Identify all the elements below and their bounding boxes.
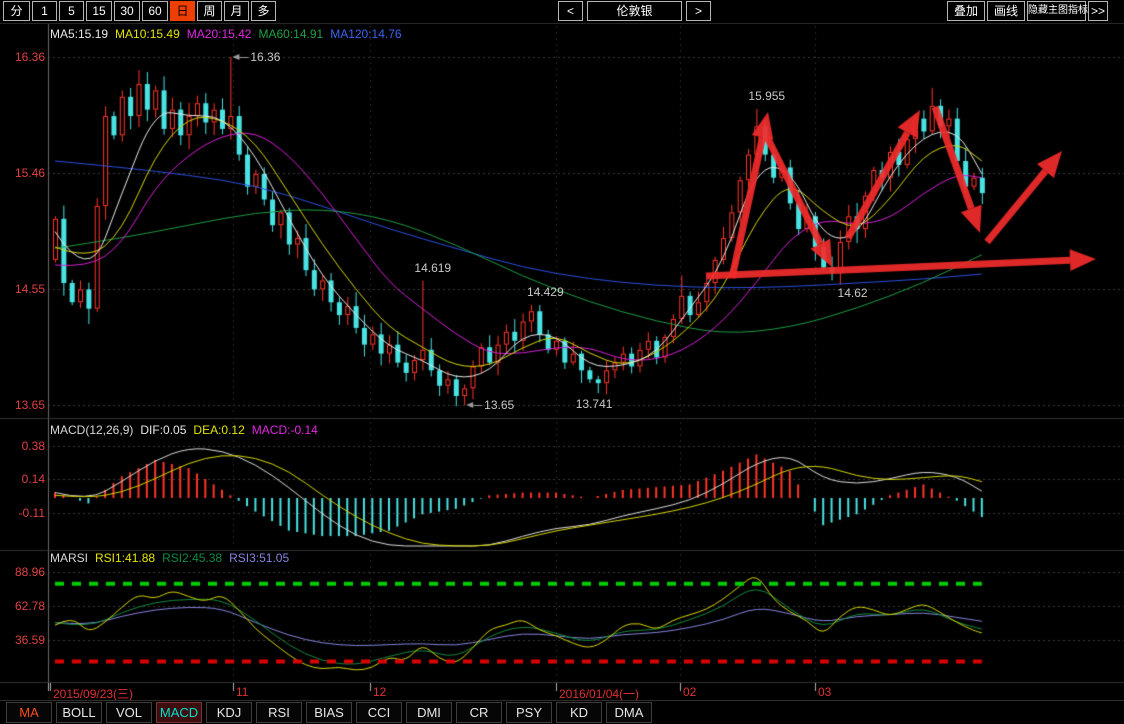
price-annotation: 14.619 bbox=[414, 261, 451, 275]
indicator-tab-dmi[interactable]: DMI bbox=[406, 702, 452, 723]
macd-legend: MACD(12,26,9) DIF:0.05 DEA:0.12 MACD:-0.14 bbox=[50, 423, 325, 437]
period-button-月[interactable]: 月 bbox=[224, 1, 249, 21]
prev-symbol-button[interactable]: < bbox=[558, 1, 583, 21]
indicator-tab-rsi[interactable]: RSI bbox=[256, 702, 302, 723]
y-axis-tick-label: 14.55 bbox=[0, 282, 45, 296]
indicator-tab-cci[interactable]: CCI bbox=[356, 702, 402, 723]
rsi-legend-item: RSI3:51.05 bbox=[229, 551, 289, 565]
indicator-tab-dma[interactable]: DMA bbox=[606, 702, 652, 723]
ma-legend-item: MA10:15.49 bbox=[115, 27, 180, 41]
price-annotation: 14.62 bbox=[838, 286, 868, 300]
indicator-tab-cr[interactable]: CR bbox=[456, 702, 502, 723]
price-annotation: 15.955 bbox=[748, 89, 785, 103]
y-axis-tick-label: 62.78 bbox=[0, 599, 45, 613]
y-axis-tick-label: -0.11 bbox=[0, 506, 45, 520]
indicator-tab-kd[interactable]: KD bbox=[556, 702, 602, 723]
ma-legend-item: MA20:15.42 bbox=[187, 27, 252, 41]
period-button-日[interactable]: 日 bbox=[170, 1, 195, 21]
macd-legend-item: MACD(12,26,9) bbox=[50, 423, 133, 437]
period-button-多[interactable]: 多 bbox=[251, 1, 276, 21]
rsi-legend: MARSI RSI1:41.88 RSI2:45.38 RSI3:51.05 bbox=[50, 551, 296, 565]
price-annotation: 13.65 bbox=[484, 398, 514, 412]
macd-legend-item: DIF:0.05 bbox=[140, 423, 186, 437]
y-axis-tick-label: 36.59 bbox=[0, 633, 45, 647]
indicator-tab-ma[interactable]: MA bbox=[6, 702, 52, 723]
more-tools-button[interactable]: >> bbox=[1088, 1, 1108, 21]
period-button-60[interactable]: 60 bbox=[142, 1, 168, 21]
x-axis-tick-label: 02 bbox=[683, 685, 696, 699]
period-button-15[interactable]: 15 bbox=[86, 1, 112, 21]
indicator-tab-psy[interactable]: PSY bbox=[506, 702, 552, 723]
period-button-分[interactable]: 分 bbox=[3, 1, 30, 21]
ma-legend-item: MA5:15.19 bbox=[50, 27, 108, 41]
symbol-nav-group: < 伦敦银 > bbox=[558, 1, 711, 21]
rsi-legend-item: MARSI bbox=[50, 551, 88, 565]
tool-button-group: 叠加 画线 隐藏主图指标 >> bbox=[947, 1, 1108, 21]
draw-line-button[interactable]: 画线 bbox=[987, 1, 1025, 21]
price-annotation: 16.36 bbox=[250, 50, 280, 64]
period-button-周[interactable]: 周 bbox=[197, 1, 222, 21]
macd-legend-item: DEA:0.12 bbox=[193, 423, 244, 437]
main-chart-legend: MA5:15.19 MA10:15.49 MA20:15.42 MA60:14.91 M… bbox=[50, 27, 409, 41]
indicator-tab-macd[interactable]: MACD bbox=[156, 702, 202, 723]
y-axis-tick-label: 88.96 bbox=[0, 565, 45, 579]
price-annotation: 14.429 bbox=[527, 285, 564, 299]
indicator-tab-vol[interactable]: VOL bbox=[106, 702, 152, 723]
ma-legend-item: MA60:14.91 bbox=[258, 27, 323, 41]
indicator-tab-bias[interactable]: BIAS bbox=[306, 702, 352, 723]
price-annotation: 13.741 bbox=[576, 397, 613, 411]
rsi-legend-item: RSI2:45.38 bbox=[162, 551, 222, 565]
chart-canvas[interactable] bbox=[0, 0, 1124, 724]
indicator-tab-kdj[interactable]: KDJ bbox=[206, 702, 252, 723]
rsi-legend-item: RSI1:41.88 bbox=[95, 551, 155, 565]
y-axis-tick-label: 0.14 bbox=[0, 472, 45, 486]
hide-main-indicators-button[interactable]: 隐藏主图指标 bbox=[1027, 1, 1086, 21]
overlay-button[interactable]: 叠加 bbox=[947, 1, 985, 21]
y-axis-tick-label: 0.38 bbox=[0, 439, 45, 453]
period-button-1[interactable]: 1 bbox=[32, 1, 57, 21]
period-button-30[interactable]: 30 bbox=[114, 1, 140, 21]
indicator-tab-boll[interactable]: BOLL bbox=[56, 702, 102, 723]
y-axis-tick-label: 15.46 bbox=[0, 166, 45, 180]
y-axis-tick-label: 16.36 bbox=[0, 50, 45, 64]
toolbar: 分15153060日周月多 < 伦敦银 > 叠加 画线 隐藏主图指标 >> bbox=[0, 0, 1124, 24]
indicator-tab-bar: MABOLLVOLMACDKDJRSIBIASCCIDMICRPSYKDDMA bbox=[0, 700, 1124, 724]
app-window: 分15153060日周月多 < 伦敦银 > 叠加 画线 隐藏主图指标 >> MA… bbox=[0, 0, 1124, 724]
x-axis-tick-label: 03 bbox=[818, 685, 831, 699]
symbol-button[interactable]: 伦敦银 bbox=[587, 1, 682, 21]
y-axis-tick-label: 13.65 bbox=[0, 398, 45, 412]
x-axis-tick-label: 11 bbox=[236, 685, 248, 699]
x-axis-tick-label: 12 bbox=[373, 685, 386, 699]
period-button-group: 分15153060日周月多 bbox=[3, 1, 276, 21]
macd-legend-item: MACD:-0.14 bbox=[252, 423, 318, 437]
period-button-5[interactable]: 5 bbox=[59, 1, 84, 21]
next-symbol-button[interactable]: > bbox=[686, 1, 711, 21]
ma-legend-item: MA120:14.76 bbox=[330, 27, 401, 41]
